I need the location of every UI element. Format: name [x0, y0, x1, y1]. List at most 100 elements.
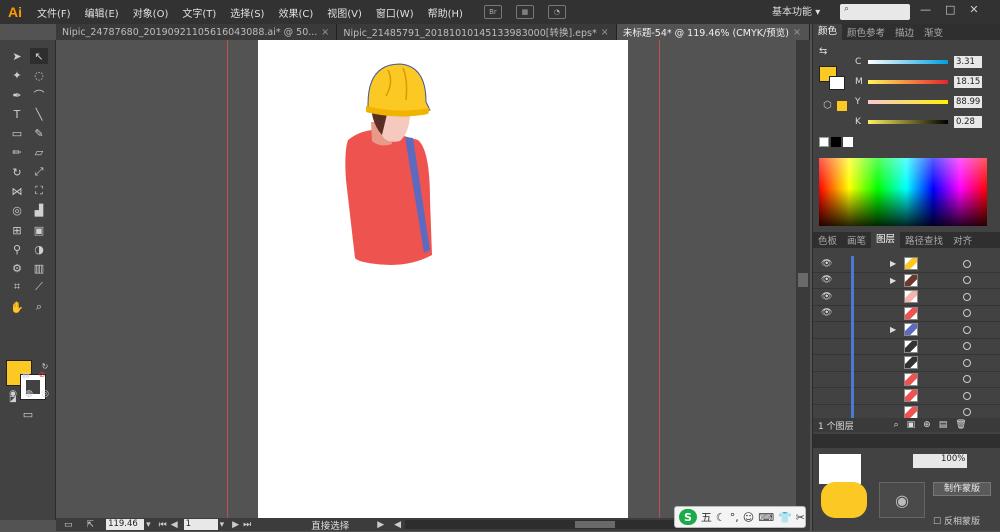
ime-toolbar[interactable]: S 五 ☾ °, ☺ ⌨ 👕 ✂: [674, 506, 806, 528]
layer-row[interactable]: 👁 ▶: [813, 272, 1000, 289]
target-circle-icon[interactable]: [963, 375, 971, 384]
gradient-mode-icon[interactable]: ▤: [20, 368, 32, 380]
menu-item-7[interactable]: 窗口(W): [369, 5, 421, 20]
share-icon[interactable]: ▭: [64, 520, 73, 530]
hand-tool-icon[interactable]: ✋: [8, 299, 26, 315]
close-icon[interactable]: ✕: [969, 3, 978, 16]
layers-panel-tab-3[interactable]: 路径查找: [900, 233, 948, 247]
pencil-tool-icon[interactable]: ✏: [8, 144, 26, 160]
visibility-eye-icon[interactable]: 👁: [821, 292, 832, 302]
channel-y[interactable]: Y 88.99: [813, 95, 1000, 109]
vertical-scrollbar[interactable]: [796, 40, 810, 518]
channel-slider[interactable]: [868, 100, 948, 104]
worker-illustration[interactable]: [258, 40, 628, 518]
rectangle-tool-icon[interactable]: ▭: [8, 125, 26, 141]
layer-row[interactable]: [813, 371, 1000, 388]
channel-slider[interactable]: [868, 120, 948, 124]
menu-item-6[interactable]: 视图(V): [320, 5, 369, 20]
menu-item-4[interactable]: 选择(S): [223, 5, 271, 20]
locate-object-icon[interactable]: ⌕: [894, 420, 899, 430]
zoom-tool-icon[interactable]: ⌕: [30, 299, 48, 315]
rotate-tool-icon[interactable]: ↻: [8, 164, 26, 180]
scroll-left-icon[interactable]: ◀: [394, 520, 401, 530]
free-transform-tool-icon[interactable]: ⛶: [30, 183, 48, 199]
target-circle-icon[interactable]: [963, 309, 971, 318]
first-page-icon[interactable]: ⏮: [159, 520, 167, 530]
artboard[interactable]: [258, 40, 628, 518]
layers-panel-tab-1[interactable]: 画笔: [842, 233, 871, 247]
gradient-tool-icon[interactable]: ▣: [30, 222, 48, 238]
target-circle-icon[interactable]: [963, 259, 971, 268]
direct-selection-tool-icon[interactable]: ↖: [30, 48, 48, 64]
menu-item-0[interactable]: 文件(F): [30, 5, 78, 20]
page-dropdown-icon[interactable]: ▾: [220, 520, 225, 530]
target-circle-icon[interactable]: [963, 342, 971, 351]
line-tool-icon[interactable]: ╲: [30, 106, 48, 122]
screen-mode-icon[interactable]: ▭: [18, 406, 38, 422]
gpu-performance-icon[interactable]: ◔: [547, 5, 566, 19]
channel-c[interactable]: C 3.31: [813, 55, 1000, 69]
layer-row[interactable]: 👁: [813, 305, 1000, 322]
type-tool-icon[interactable]: T: [8, 106, 26, 122]
menu-item-5[interactable]: 效果(C): [271, 5, 320, 20]
none-mode-icon[interactable]: ⊘: [36, 368, 48, 380]
channel-k[interactable]: K 0.28: [813, 115, 1000, 129]
layer-row[interactable]: [813, 388, 1000, 405]
target-circle-icon[interactable]: [963, 391, 971, 400]
eyedropper-tool-icon[interactable]: ⚲: [8, 241, 26, 257]
channel-value-field[interactable]: 3.31: [954, 56, 982, 68]
make-mask-button[interactable]: 制作蒙版: [933, 482, 991, 496]
layers-panel-tab-4[interactable]: 对齐: [948, 233, 977, 247]
prev-page-icon[interactable]: ◀: [171, 520, 178, 530]
new-layer-icon[interactable]: ▤: [939, 420, 948, 430]
ime-punctuation-icon[interactable]: °,: [730, 511, 739, 524]
none-color-swatch[interactable]: [819, 137, 829, 147]
ime-moon-icon[interactable]: ☾: [716, 511, 726, 524]
slice-tool-icon[interactable]: ⟋: [30, 279, 48, 295]
mask-thumbnail-icon[interactable]: ◉: [879, 482, 925, 518]
color-panel-tab-0[interactable]: 颜色: [813, 24, 843, 40]
arrange-documents-icon[interactable]: ▦: [515, 5, 534, 19]
channel-slider[interactable]: [868, 80, 948, 84]
lasso-tool-icon[interactable]: ◌: [30, 67, 48, 83]
symbol-sprayer-tool-icon[interactable]: ⚙: [8, 260, 26, 276]
document-tab-0[interactable]: Nipic_24787680_20190921105616043088.ai* …: [56, 24, 338, 40]
menu-item-1[interactable]: 编辑(E): [78, 5, 126, 20]
magic-wand-tool-icon[interactable]: ✦: [8, 67, 26, 83]
visibility-eye-icon[interactable]: 👁: [821, 259, 832, 269]
delete-layer-icon[interactable]: 🗑: [955, 420, 966, 430]
zoom-field[interactable]: 119.46: [106, 519, 145, 530]
width-tool-icon[interactable]: ⋈: [8, 183, 26, 199]
color-panel-tab-3[interactable]: 渐变: [919, 25, 948, 39]
ime-skin-icon[interactable]: 👕: [778, 511, 792, 524]
mask-preview[interactable]: [821, 482, 867, 518]
scale-tool-icon[interactable]: ⤢: [30, 164, 48, 180]
page-field[interactable]: 1: [183, 519, 218, 530]
document-tab-2[interactable]: 未标题-54* @ 119.46% (CMYK/预览) ×: [616, 24, 810, 40]
expand-arrow-icon[interactable]: ▶: [890, 276, 896, 285]
channel-value-field[interactable]: 18.15: [954, 76, 982, 88]
new-sublayer-icon[interactable]: ⊕: [923, 420, 931, 430]
document-tab-1[interactable]: Nipic_21485791_20181010145133983000[转换].…: [337, 24, 617, 40]
zoom-dropdown-icon[interactable]: ▾: [146, 520, 151, 530]
perspective-grid-tool-icon[interactable]: ▟: [30, 202, 48, 218]
target-circle-icon[interactable]: [963, 358, 971, 367]
white-color-swatch[interactable]: [843, 137, 853, 147]
color-panel-tab-2[interactable]: 描边: [890, 25, 919, 39]
selection-tool-icon[interactable]: ➤: [8, 48, 26, 64]
bridge-icon[interactable]: Br: [483, 5, 502, 19]
export-icon[interactable]: ⇱: [87, 520, 95, 530]
menu-item-2[interactable]: 对象(O): [126, 5, 176, 20]
menu-item-8[interactable]: 帮助(H): [421, 5, 470, 20]
black-color-swatch[interactable]: [831, 137, 841, 147]
search-input[interactable]: ⌕: [840, 4, 910, 20]
layer-row[interactable]: [813, 355, 1000, 372]
ime-emoji-icon[interactable]: ☺: [743, 511, 754, 524]
layer-row[interactable]: ▶: [813, 322, 1000, 339]
target-circle-icon[interactable]: [963, 276, 971, 285]
sogou-ime-icon[interactable]: S: [679, 509, 697, 525]
workspace-switcher[interactable]: 基本功能 ▾: [772, 3, 820, 18]
tab-close-icon[interactable]: ×: [601, 27, 609, 38]
pen-tool-icon[interactable]: ✒: [8, 87, 26, 103]
invert-mask-checkbox[interactable]: ☐ 反相蒙版: [933, 514, 980, 527]
